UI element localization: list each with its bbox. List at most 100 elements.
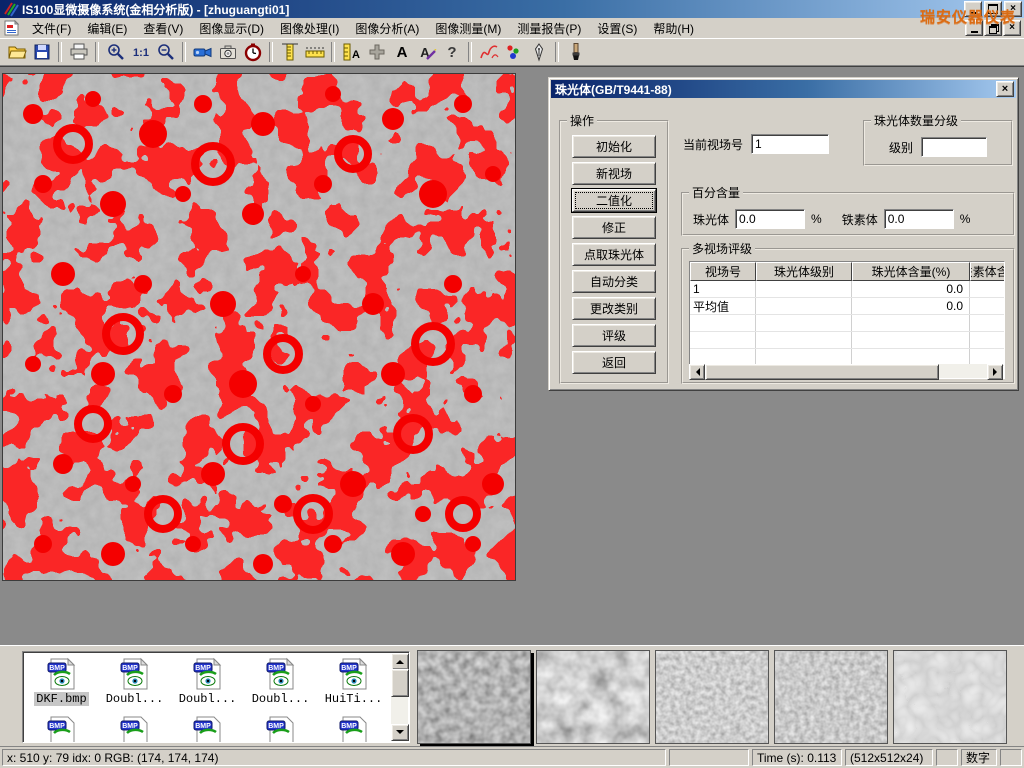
scrollbar-thumb[interactable]: [391, 669, 409, 697]
caliper-vertical-icon[interactable]: [277, 40, 302, 64]
bmp-file-icon: BMP: [192, 715, 224, 743]
toolbar-separator: [269, 42, 273, 62]
status-panel-empty: [936, 749, 958, 766]
calibration-icon[interactable]: A: [339, 40, 364, 64]
bmp-file-icon: BMP: [192, 657, 224, 691]
scroll-left-icon[interactable]: [689, 364, 705, 380]
menu-bar: 文件(F) 编辑(E) 查看(V) 图像显示(D) 图像处理(I) 图像分析(A…: [0, 18, 1024, 39]
init-button[interactable]: 初始化: [572, 135, 656, 158]
svg-text:A: A: [352, 49, 360, 61]
thumbnail-image[interactable]: [655, 650, 769, 744]
current-field-input[interactable]: [751, 134, 829, 154]
file-item[interactable]: BMP DKF.bmp: [25, 654, 98, 706]
status-panel-empty: [669, 749, 749, 766]
menu-image-display[interactable]: 图像显示(D): [191, 18, 272, 39]
menu-image-analysis[interactable]: 图像分析(A): [347, 18, 427, 39]
grade-button[interactable]: 评级: [572, 324, 656, 347]
zoom-out-icon[interactable]: [153, 40, 178, 64]
menu-help[interactable]: 帮助(H): [645, 18, 702, 39]
binarize-button[interactable]: 二值化: [572, 189, 656, 212]
toolbar-separator: [331, 42, 335, 62]
file-item[interactable]: BMP HuiTi...: [317, 654, 390, 706]
classify-points-icon[interactable]: [501, 40, 526, 64]
pearlite-percent-input[interactable]: [735, 209, 805, 229]
menu-settings[interactable]: 设置(S): [589, 18, 645, 39]
micrograph-image[interactable]: [2, 73, 516, 581]
file-vertical-scrollbar[interactable]: [391, 653, 408, 741]
operation-legend: 操作: [567, 112, 597, 129]
menu-report[interactable]: 测量报告(P): [509, 18, 589, 39]
pen-tool-icon[interactable]: [526, 40, 551, 64]
app-logo-icon: [3, 1, 19, 17]
edit-text-tool-icon[interactable]: A: [414, 40, 439, 64]
actual-size-icon[interactable]: 1:1: [128, 40, 153, 64]
open-file-icon[interactable]: [4, 40, 29, 64]
curve-tool-icon[interactable]: [476, 40, 501, 64]
file-item[interactable]: BMP Doubl...: [244, 654, 317, 706]
column-header[interactable]: 珠光体含量(%): [852, 262, 970, 281]
timer-icon[interactable]: [240, 40, 265, 64]
file-name: DKF.bmp: [34, 692, 88, 706]
text-tool-icon[interactable]: A: [389, 40, 414, 64]
operation-group: 操作 初始化 新视场 二值化 修正 点取珠光体 自动分类 更改类别 评级 返回: [559, 112, 669, 384]
help-icon[interactable]: ?: [439, 40, 464, 64]
file-item[interactable]: BMP: [25, 712, 98, 743]
print-icon[interactable]: [66, 40, 91, 64]
thumbnail-image[interactable]: [774, 650, 888, 744]
table-row[interactable]: [690, 332, 1004, 349]
new-field-button[interactable]: 新视场: [572, 162, 656, 185]
dialog-close-icon[interactable]: ×: [996, 81, 1014, 97]
file-item[interactable]: BMP: [98, 712, 171, 743]
table-row[interactable]: [690, 315, 1004, 332]
ruler-horizontal-icon[interactable]: [302, 40, 327, 64]
thumbnail-image[interactable]: [417, 650, 531, 744]
column-header[interactable]: 珠光体级别: [756, 262, 852, 281]
menu-edit[interactable]: 编辑(E): [79, 18, 135, 39]
multi-field-group: 多视场评级 视场号 珠光体级别 珠光体含量(%) 铁素体含量(%) 1 0.0: [681, 240, 1015, 384]
menu-image-process[interactable]: 图像处理(I): [272, 18, 347, 39]
toolbar-separator: [182, 42, 186, 62]
toolbar-separator: [58, 42, 62, 62]
scrollbar-thumb[interactable]: [705, 364, 939, 380]
pearlite-label: 珠光体: [693, 211, 729, 228]
file-name: HuiTi...: [323, 692, 385, 706]
change-class-button[interactable]: 更改类别: [572, 297, 656, 320]
pick-pearlite-button[interactable]: 点取珠光体: [572, 243, 656, 266]
thumbnail-image[interactable]: [893, 650, 1007, 744]
scroll-right-icon[interactable]: [987, 364, 1003, 380]
correct-button[interactable]: 修正: [572, 216, 656, 239]
column-header[interactable]: 铁素体含量(%): [970, 262, 1005, 281]
dialog-title-bar[interactable]: 珠光体(GB/T9441-88) ×: [551, 80, 1016, 98]
file-item[interactable]: BMP Doubl...: [98, 654, 171, 706]
percent-legend: 百分含量: [689, 184, 743, 201]
scroll-up-icon[interactable]: [391, 653, 409, 670]
move-tool-icon[interactable]: [364, 40, 389, 64]
file-item[interactable]: BMP: [171, 712, 244, 743]
ferrite-percent-input[interactable]: [884, 209, 954, 229]
rating-table: 视场号 珠光体级别 珠光体含量(%) 铁素体含量(%) 1 0.0: [689, 261, 1005, 379]
snapshot-camera-icon[interactable]: [215, 40, 240, 64]
menu-image-measure[interactable]: 图像测量(M): [427, 18, 509, 39]
scroll-down-icon[interactable]: [391, 724, 409, 741]
auto-classify-button[interactable]: 自动分类: [572, 270, 656, 293]
level-input[interactable]: [921, 137, 987, 157]
file-item[interactable]: BMP: [317, 712, 390, 743]
ferrite-unit: %: [960, 212, 971, 226]
save-icon[interactable]: [29, 40, 54, 64]
brush-tool-icon[interactable]: [563, 40, 588, 64]
file-item[interactable]: BMP: [244, 712, 317, 743]
table-row[interactable]: 平均值 0.0: [690, 298, 1004, 315]
table-row[interactable]: 1 0.0: [690, 281, 1004, 298]
thumbnail-image[interactable]: [536, 650, 650, 744]
video-camera-icon[interactable]: [190, 40, 215, 64]
table-horizontal-scrollbar[interactable]: [689, 364, 1003, 378]
column-header[interactable]: 视场号: [690, 262, 756, 281]
file-item[interactable]: BMP Doubl...: [171, 654, 244, 706]
file-name: Doubl...: [177, 692, 239, 706]
zoom-in-icon[interactable]: [103, 40, 128, 64]
document-icon[interactable]: [3, 20, 20, 36]
menu-view[interactable]: 查看(V): [135, 18, 191, 39]
menu-file[interactable]: 文件(F): [24, 18, 79, 39]
return-button[interactable]: 返回: [572, 351, 656, 374]
file-name: Doubl...: [250, 692, 312, 706]
